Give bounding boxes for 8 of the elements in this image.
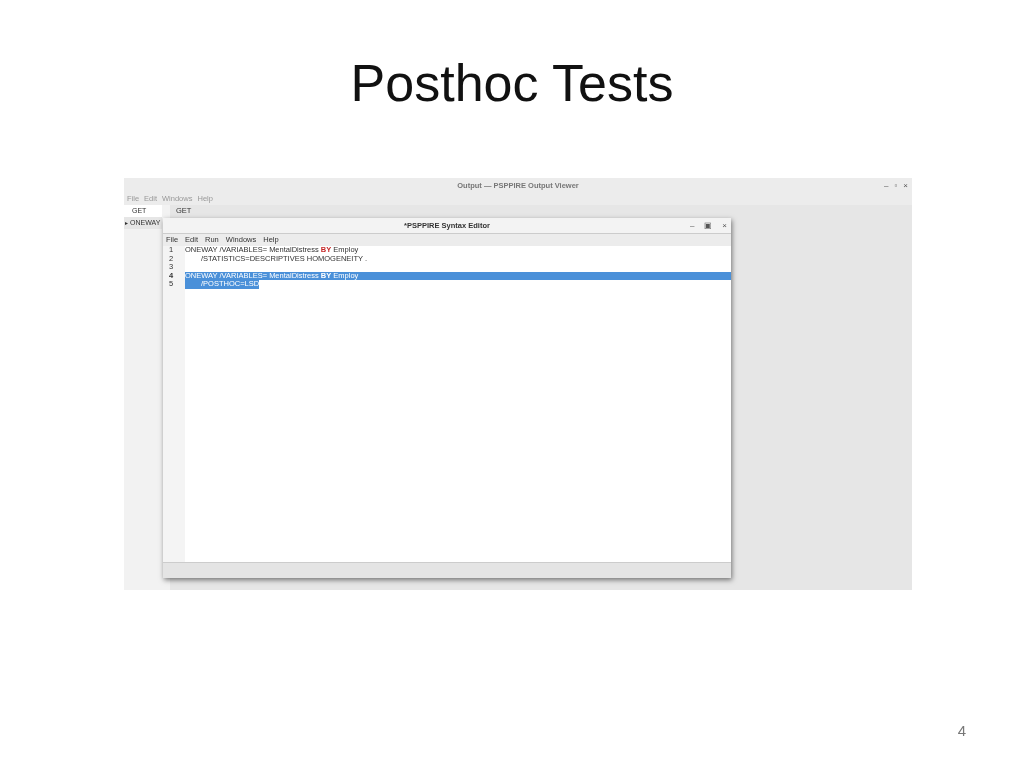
window-control[interactable]: ▣ <box>704 221 713 230</box>
window-control[interactable]: ▫ <box>894 181 898 190</box>
window-control[interactable]: × <box>903 181 908 190</box>
slide-title: Posthoc Tests <box>349 53 675 114</box>
page-number: 4 <box>957 720 966 741</box>
window-control[interactable]: × <box>722 221 727 230</box>
window-control[interactable]: – <box>689 221 695 230</box>
window-control[interactable]: – <box>884 181 889 190</box>
